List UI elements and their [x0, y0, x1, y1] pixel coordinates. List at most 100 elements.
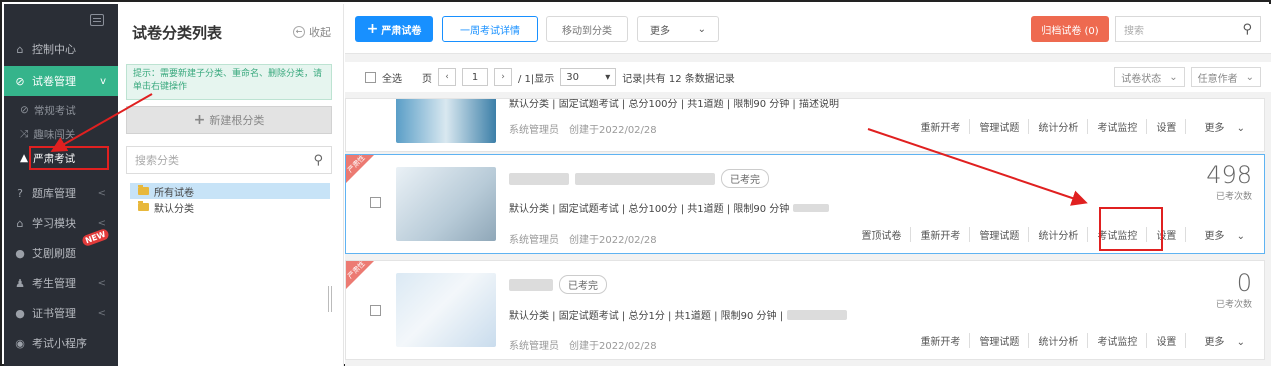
category-search-input[interactable]: 搜索分类 ⚲ [126, 146, 332, 174]
next-page-button[interactable]: › [494, 68, 512, 86]
home-icon: ⌂ [16, 42, 24, 56]
exam-creator: 系统管理员 创建于2022/02/28 [509, 121, 657, 136]
created-date: 创建于2022/02/28 [569, 341, 657, 352]
nav-mini-program[interactable]: ◉ 考试小程序 [4, 328, 118, 358]
author-filter[interactable]: 任意作者 ⌄ [1190, 67, 1261, 87]
chevron-down-icon: ⌄ [697, 23, 706, 35]
blurred-title [509, 278, 553, 291]
more-link[interactable]: 更多 ⌄ [1185, 333, 1254, 348]
tree-node-label: 所有试卷 [154, 187, 194, 199]
manage-questions-link[interactable]: 管理试题 [969, 333, 1028, 348]
record-count: 记录|共有 12 条数据记录 [622, 73, 735, 85]
tree-node-default[interactable]: 默认分类 [130, 199, 330, 215]
meta-text: 默认分类 | 固定试题考试 | 总分100分 | 共1道题 | 限制90 分钟 [509, 204, 790, 215]
restart-exam-link[interactable]: 重新开考 [910, 227, 969, 242]
graduation-icon: ⌂ [16, 216, 24, 230]
settings-link[interactable]: 设置 [1146, 119, 1185, 134]
nav-practice[interactable]: ● 艾剧刷题 NEW [4, 227, 118, 268]
exam-monitor-link[interactable]: 考试监控 [1087, 333, 1146, 348]
more-link[interactable]: 更多 ⌄ [1185, 227, 1254, 242]
chevron-left-icon: < [97, 307, 106, 319]
exam-title-row: 已考完 [509, 169, 769, 188]
pin-exam-link[interactable]: 置顶试卷 [852, 227, 910, 242]
archive-button[interactable]: 归档试卷 (0) [1031, 16, 1109, 42]
chevron-left-icon: < [97, 217, 106, 229]
nav-certificate[interactable]: ● 证书管理 < [4, 298, 118, 328]
chevron-down-icon: ⌄ [1245, 71, 1254, 83]
card-actions: 置顶试卷 重新开考 管理试题 统计分析 考试监控 设置 更多 ⌄ [852, 227, 1254, 242]
exam-card[interactable]: 严肃性 已考完 默认分类 | 固定试题考试 | 总分1分 | 共1道题 | 限制… [345, 260, 1265, 360]
row-checkbox[interactable] [370, 305, 381, 316]
card-actions: 重新开考 管理试题 统计分析 考试监控 设置 更多 ⌄ [911, 333, 1254, 348]
more-label: 更多 [1204, 231, 1225, 242]
exam-thumbnail [396, 167, 496, 241]
panel-resize-handle[interactable] [328, 286, 332, 312]
highlight-box-serious-exam [29, 146, 109, 170]
select-all-checkbox[interactable] [365, 71, 376, 83]
nav-sub-label: 常规考试 [33, 104, 76, 117]
warning-icon: ▲ [20, 152, 29, 164]
nav-question-bank[interactable]: ? 题库管理 < [4, 178, 118, 208]
filter-label: 任意作者 [1197, 73, 1238, 85]
exam-count: 0 已考次数 [1216, 269, 1252, 310]
move-to-category-button[interactable]: 移动到分类 [546, 16, 628, 42]
exam-count: 498 已考次数 [1206, 161, 1252, 202]
more-dropdown[interactable]: 更多 ⌄ [637, 16, 719, 42]
exam-meta: 默认分类 | 固定试题考试 | 总分1分 | 共1道题 | 限制90 分钟 | [509, 307, 848, 322]
page-size-select[interactable]: 30 ▾ [560, 68, 617, 86]
dot-icon: ● [15, 306, 25, 320]
toolbar: + 严肃试卷 一周考试详情 移动到分类 更多 ⌄ 归档试卷 (0) 搜索 ⚲ [345, 4, 1271, 54]
row-checkbox[interactable] [370, 197, 381, 208]
user-icon: ♟ [15, 276, 25, 290]
new-root-category-button[interactable]: + 新建根分类 [126, 106, 332, 134]
settings-link[interactable]: 设置 [1146, 333, 1185, 348]
folder-icon [138, 185, 149, 195]
prev-page-button[interactable]: ‹ [438, 68, 456, 86]
week-exam-detail-button[interactable]: 一周考试详情 [442, 16, 538, 42]
manage-questions-link[interactable]: 管理试题 [969, 119, 1028, 134]
statistics-link[interactable]: 统计分析 [1028, 119, 1087, 134]
exam-card[interactable]: 默认分类 | 固定试题考试 | 总分100分 | 共1道题 | 限制90 分钟 … [345, 98, 1265, 152]
statistics-link[interactable]: 统计分析 [1028, 227, 1087, 242]
chevron-left-icon: < [97, 277, 106, 289]
search-placeholder: 搜索分类 [135, 154, 179, 167]
tree-node-all[interactable]: 所有试卷 [130, 183, 330, 199]
exam-creator: 系统管理员 创建于2022/02/28 [509, 231, 657, 246]
exam-meta: 默认分类 | 固定试题考试 | 总分100分 | 共1道题 | 限制90 分钟 … [509, 99, 839, 110]
restart-exam-link[interactable]: 重新开考 [911, 333, 969, 348]
folder-icon [138, 201, 149, 211]
new-root-label: 新建根分类 [209, 114, 265, 127]
nav-label: 学习模块 [32, 217, 76, 230]
page-number-input[interactable]: 1 [462, 68, 488, 86]
main-content: + 严肃试卷 一周考试详情 移动到分类 更多 ⌄ 归档试卷 (0) 搜索 ⚲ 全选 页… [345, 4, 1271, 366]
total-pages: / 1|显示 [518, 73, 555, 85]
arrow-left-icon: ← [293, 26, 305, 38]
nav-examinee[interactable]: ♟ 考生管理 < [4, 268, 118, 298]
serious-exam-button[interactable]: + 严肃试卷 [355, 16, 433, 42]
manage-questions-link[interactable]: 管理试题 [969, 227, 1028, 242]
nav-exam-management[interactable]: ⊘ 试卷管理 v [4, 66, 118, 96]
collapse-button[interactable]: ← 收起 [293, 24, 331, 40]
blurred-value [793, 203, 830, 212]
status-badge: 已考完 [721, 169, 769, 188]
question-icon: ? [17, 186, 23, 200]
status-filter[interactable]: 试卷状态 ⌄ [1114, 67, 1185, 87]
search-icon[interactable]: ⚲ [1242, 22, 1252, 37]
nav-dashboard[interactable]: ⌂ 控制中心 [4, 34, 118, 64]
highlight-box-exam-monitor [1099, 207, 1163, 251]
nav-label: 艾剧刷题 [32, 247, 76, 260]
panel-title: 试卷分类列表 [132, 24, 223, 42]
category-panel: 试卷分类列表 ← 收起 提示：需要新建子分类、重命名、删除分类，请单击右键操作 +… [118, 4, 344, 366]
search-icon[interactable]: ⚲ [313, 153, 323, 168]
exam-search-input[interactable]: 搜索 ⚲ [1115, 16, 1261, 42]
menu-collapse-icon[interactable] [90, 14, 104, 26]
more-link[interactable]: 更多 ⌄ [1185, 119, 1254, 134]
shuffle-icon: ⤨ [20, 127, 29, 140]
restart-exam-link[interactable]: 重新开考 [911, 119, 969, 134]
caret-down-icon: ▾ [605, 71, 611, 83]
filters: 试卷状态 ⌄ 任意作者 ⌄ [1114, 67, 1261, 87]
statistics-link[interactable]: 统计分析 [1028, 333, 1087, 348]
exam-monitor-link[interactable]: 考试监控 [1087, 119, 1146, 134]
nav-sub-fun-challenge[interactable]: ⤨ 趣味闯关 [4, 124, 118, 144]
nav-sub-regular-exam[interactable]: ⊘ 常规考试 [4, 100, 118, 120]
